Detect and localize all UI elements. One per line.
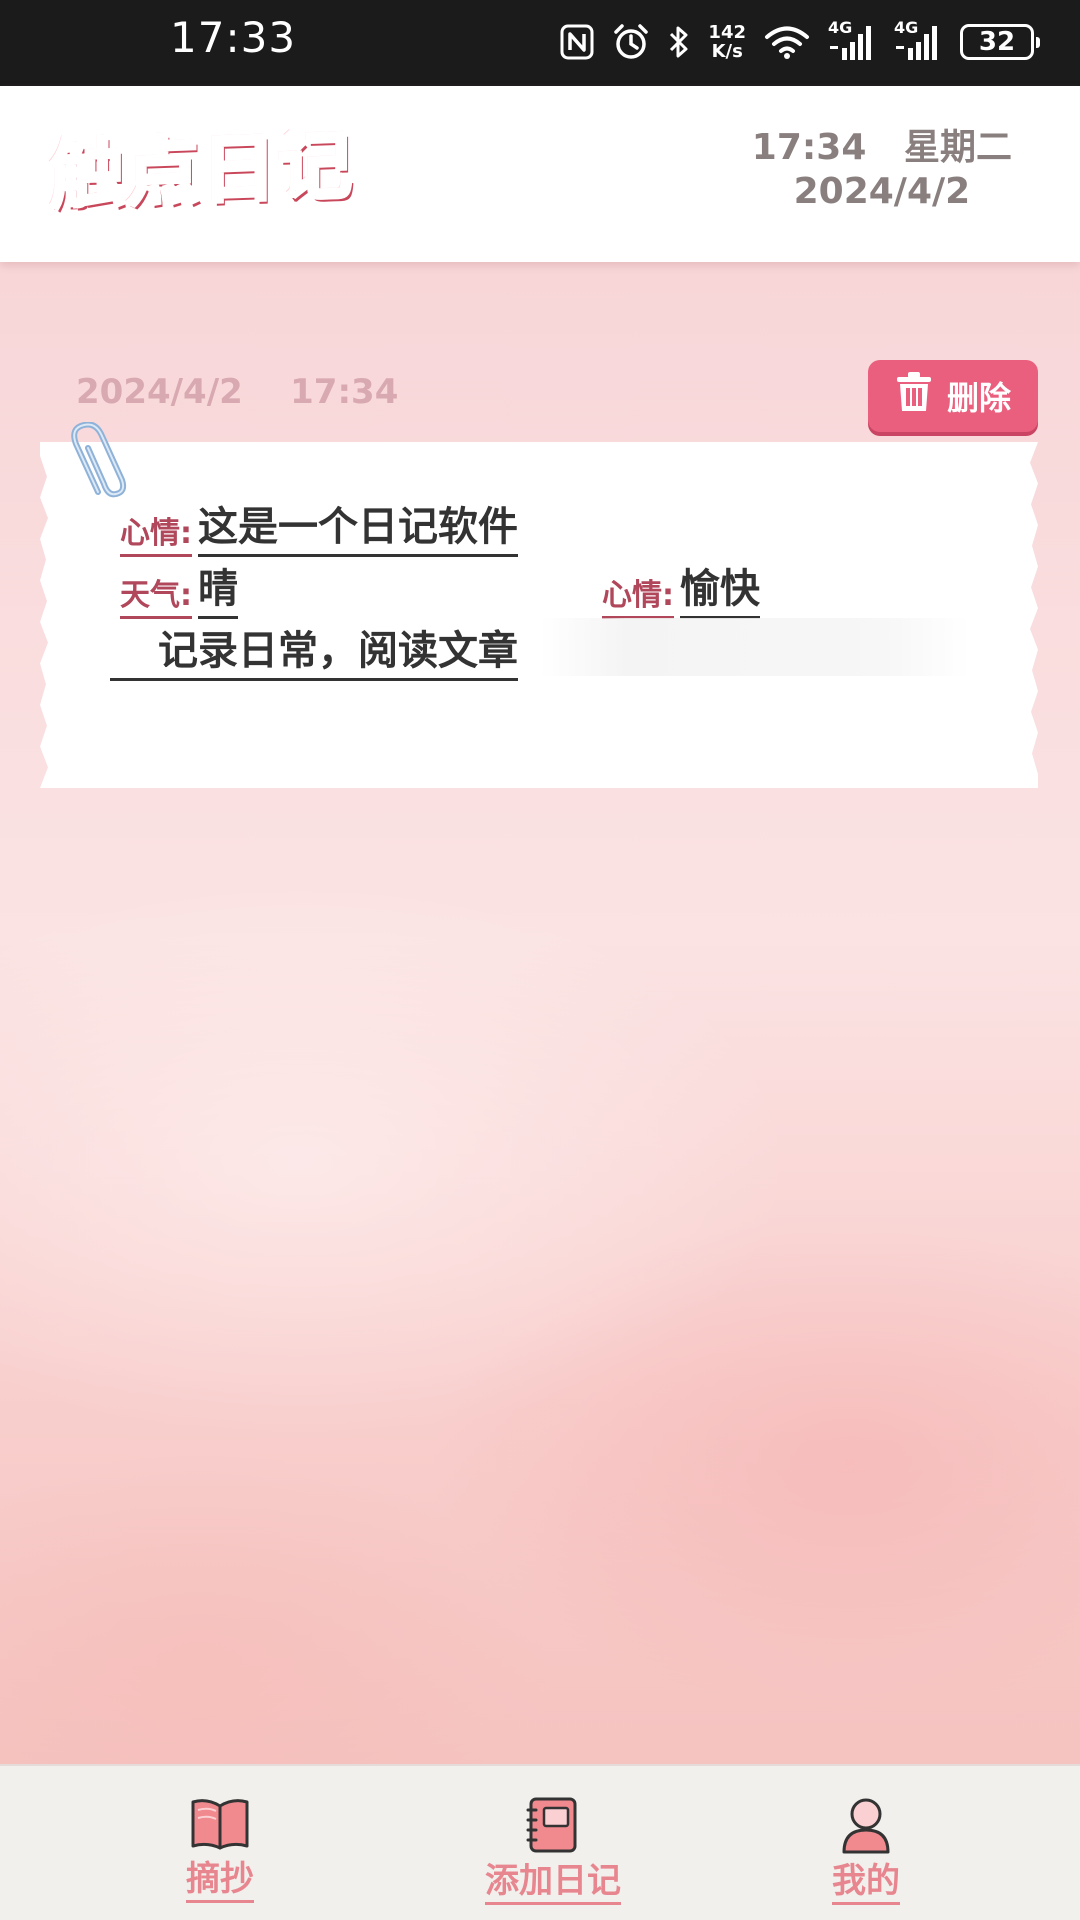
weather-value: 晴 — [198, 556, 238, 619]
alarm-icon — [612, 23, 650, 61]
app-logo: 触点日记 — [48, 121, 356, 222]
header-date: 2024/4/2 — [793, 171, 971, 212]
cell-signal-icon: 4G — [894, 18, 942, 62]
weather-label: 天气: — [120, 570, 192, 619]
nav-item-add-diary[interactable]: 添加日记 — [478, 1796, 628, 1905]
wifi-icon — [764, 24, 810, 60]
diary-list[interactable]: 2024/4/2 17:34 删除 心情: 这是一个日记软件 天气: 晴 心情:… — [0, 262, 1080, 1764]
app-header: 触点日记 17:34 星期二 2024/4/2 — [0, 86, 1080, 262]
entry-content-row: 记录日常，阅读文章 — [110, 618, 970, 681]
status-icons: 142 K/s 4G 4G 32 — [560, 14, 1040, 70]
nav-label-excerpts: 摘抄 — [186, 1858, 254, 1903]
net-speed-value: 142 — [708, 22, 746, 43]
delete-button[interactable]: 删除 — [868, 360, 1038, 432]
weather-row: 天气: 晴 — [120, 556, 238, 619]
net-speed: 142 K/s — [708, 23, 746, 61]
header-datetime: 17:34 星期二 2024/4/2 — [752, 126, 1012, 214]
entry-content: 记录日常，阅读文章 — [110, 618, 518, 681]
signal-label: 4G — [894, 18, 919, 37]
net-speed-unit: K/s — [711, 41, 743, 62]
mood-label: 心情: — [602, 570, 674, 619]
status-time: 17:33 — [170, 13, 297, 62]
nfc-icon — [560, 24, 594, 60]
content-shade — [540, 618, 970, 676]
battery-level: 32 — [978, 27, 1016, 57]
signal-label: 4G — [828, 18, 853, 37]
trash-icon — [895, 371, 933, 421]
status-bar: 17:33 142 K/s 4G 4G 32 — [0, 0, 1080, 86]
mood-value: 愉快 — [680, 556, 760, 619]
paperclip-icon — [66, 421, 136, 506]
user-icon — [839, 1796, 893, 1858]
mood-row: 心情: 愉快 — [602, 556, 760, 619]
book-icon — [189, 1796, 251, 1856]
cell-signal-icon: 4G — [828, 18, 876, 62]
entry-title: 这是一个日记软件 — [198, 494, 518, 557]
title-label: 心情: — [120, 508, 192, 557]
header-time-weekday: 17:34 星期二 — [751, 127, 1012, 168]
nav-item-mine[interactable]: 我的 — [826, 1796, 906, 1905]
bottom-nav: 摘抄 添加日记 我的 — [0, 1764, 1080, 1920]
notebook-icon — [525, 1796, 581, 1858]
bluetooth-icon — [668, 24, 690, 60]
nav-label-mine: 我的 — [832, 1860, 900, 1905]
nav-item-excerpts[interactable]: 摘抄 — [180, 1796, 260, 1903]
diary-entry-card[interactable]: 心情: 这是一个日记软件 天气: 晴 心情: 愉快 记录日常，阅读文章 — [40, 442, 1038, 788]
battery-icon: 32 — [960, 24, 1040, 60]
nav-label-add-diary: 添加日记 — [485, 1860, 621, 1905]
entry-title-row: 心情: 这是一个日记软件 — [120, 494, 518, 557]
delete-label: 删除 — [946, 379, 1011, 417]
entry-date-time: 2024/4/2 17:34 — [76, 372, 399, 412]
